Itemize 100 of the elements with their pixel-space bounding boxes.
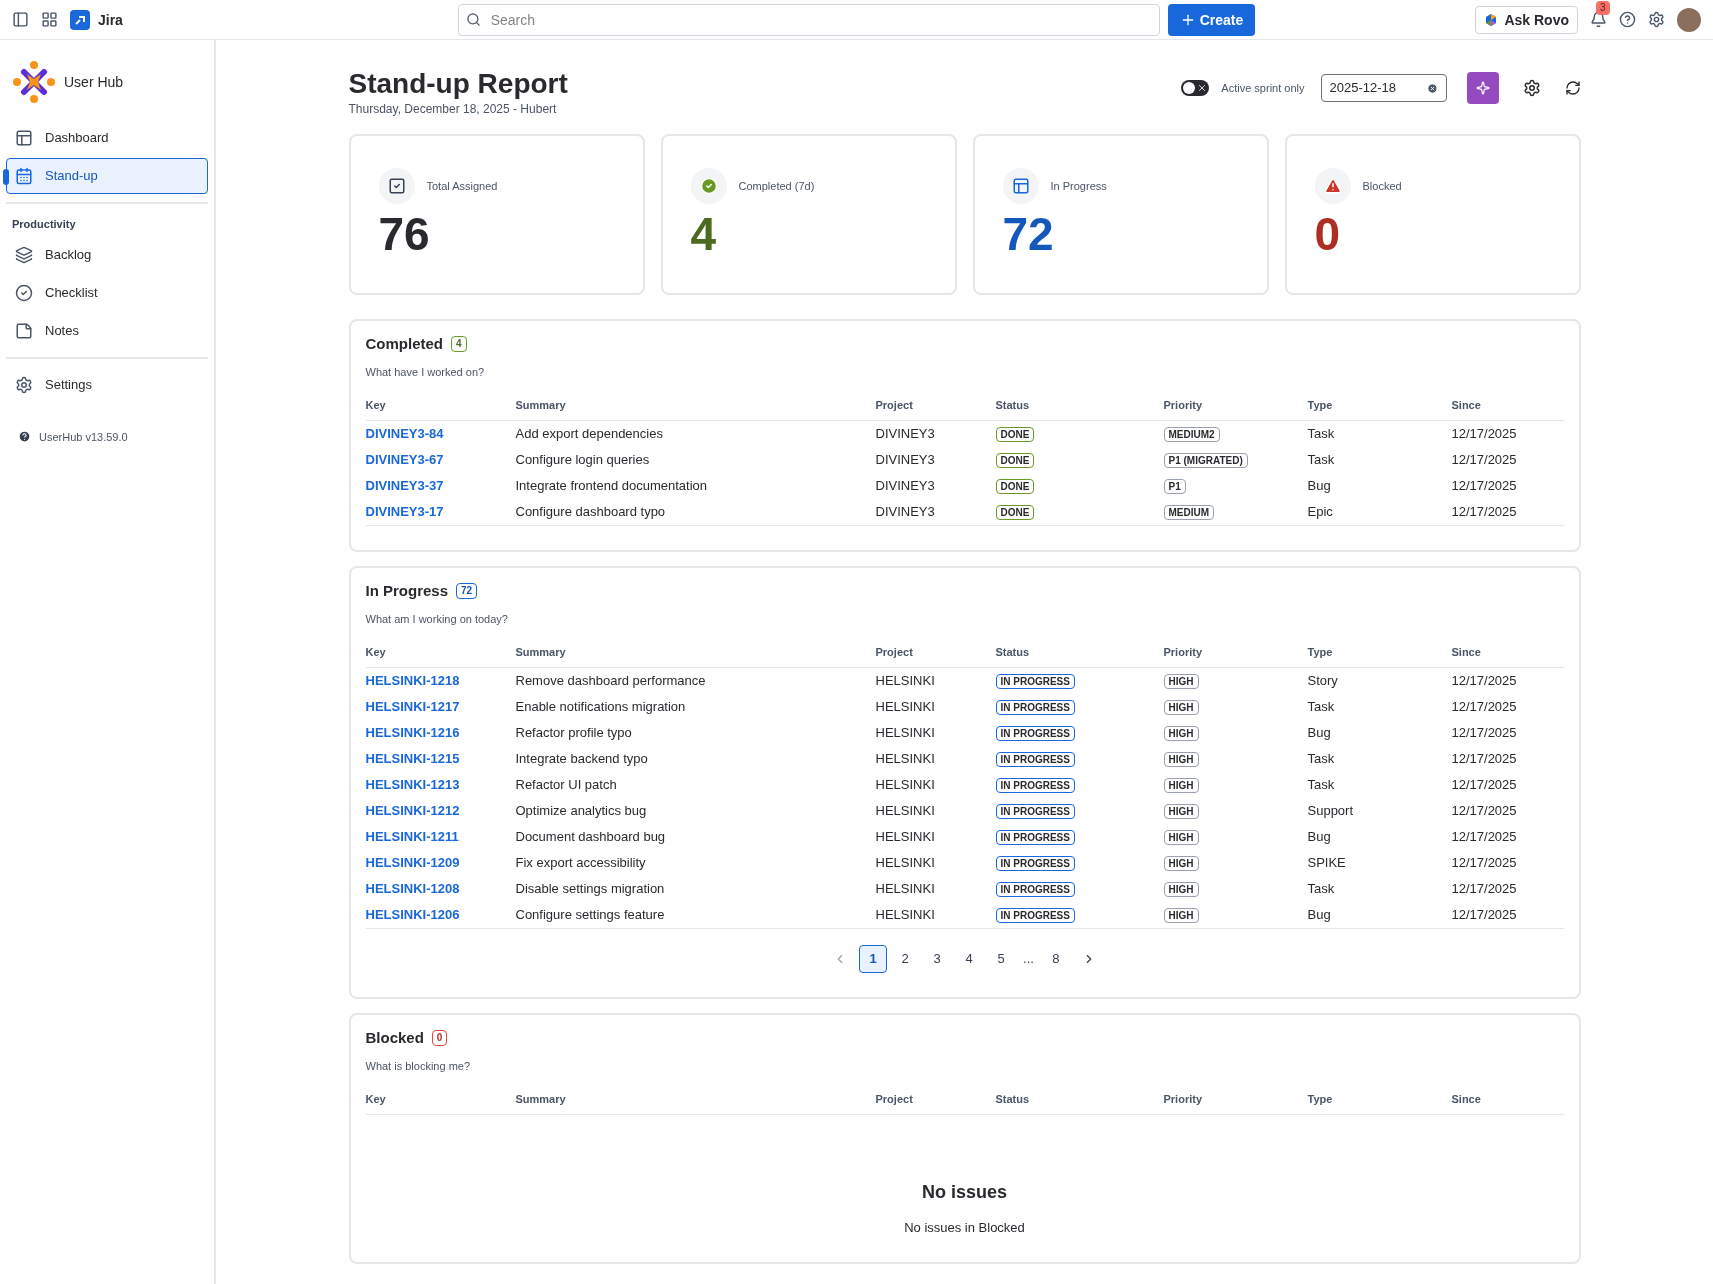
issue-link[interactable]: HELSINKI-1215 [365,751,460,767]
issue-link[interactable]: HELSINKI-1218 [365,673,460,689]
table-cell: Story [1307,673,1338,689]
table-cell: Integrate frontend documentation [515,478,708,494]
sidebar-item[interactable]: Notes [6,312,208,349]
stat-value: 4 [690,207,718,262]
settings-icon [15,375,33,394]
sidebar-toggle-icon[interactable] [12,11,29,28]
column-header: Priority [1163,1093,1202,1105]
table-cell: Task [1307,777,1335,793]
priority-lozenge: MEDIUM [1163,505,1215,521]
clear-icon[interactable] [1426,82,1438,94]
ask-rovo-button[interactable]: Ask Rovo [1475,5,1578,34]
version-text: UserHub v13.59.0 [39,429,128,445]
sidebar-item[interactable]: Settings [6,366,208,403]
sidebar-item[interactable]: Dashboard [6,120,208,156]
section-heading: Productivity [11,217,77,232]
table-cell: 12/17/2025 [1451,478,1517,494]
sidebar-item[interactable]: Checklist [6,274,208,311]
date-field[interactable]: 2025-12-18 [1320,74,1447,102]
search-field[interactable]: Search [457,3,1160,36]
issue-link[interactable]: HELSINKI-1213 [365,777,460,793]
avatar[interactable] [1677,7,1701,32]
table-cell: 12/17/2025 [1451,504,1517,520]
table-cell: HELSINKI [875,855,935,871]
column-header: Key [365,399,386,411]
sidebar-item[interactable]: Backlog [6,236,208,273]
page-title: Stand-up Report [348,68,568,100]
stat-value: 72 [1002,207,1055,262]
issue-link[interactable]: HELSINKI-1217 [365,699,460,715]
status-lozenge: IN PROGRESS [995,674,1075,690]
priority-lozenge: MEDIUM2 [1163,427,1220,443]
status-lozenge: DONE [995,427,1035,443]
issue-link[interactable]: HELSINKI-1211 [365,829,459,845]
status-lozenge: IN PROGRESS [995,726,1075,742]
note-icon [15,321,33,340]
table-cell: Task [1307,452,1335,468]
status-lozenge: DONE [995,505,1035,521]
settings-icon[interactable] [1648,11,1665,28]
column-header: Summary [515,399,566,411]
issue-link[interactable]: HELSINKI-1206 [365,907,460,923]
settings-icon[interactable] [1522,79,1541,97]
issue-link[interactable]: DIVINEY3-17 [365,504,444,520]
table-cell: HELSINKI [875,803,935,819]
brand-name: User Hub [64,73,124,92]
app-name[interactable]: Jira [98,9,123,30]
table-cell: Task [1307,426,1335,442]
table-cell: 12/17/2025 [1451,699,1517,715]
cross-icon [1197,83,1208,93]
issue-link[interactable]: HELSINKI-1216 [365,725,460,741]
sparkle-button[interactable] [1466,72,1499,104]
table-cell: 12/17/2025 [1451,907,1517,923]
table-cell: Integrate backend typo [515,751,648,767]
priority-lozenge: P1 [1163,479,1186,495]
refresh-icon[interactable] [1564,80,1581,96]
column-header: Project [875,646,913,658]
stat-label: In Progress [1050,178,1107,194]
table-cell: 12/17/2025 [1451,751,1517,767]
page-ellipsis: ... [1022,950,1035,969]
priority-lozenge: HIGH [1163,726,1199,742]
stat-label: Blocked [1362,178,1402,194]
priority-lozenge: HIGH [1163,778,1199,794]
priority-lozenge: HIGH [1163,882,1199,898]
table-cell: Bug [1307,907,1331,923]
column-header: Type [1307,646,1333,658]
issue-link[interactable]: HELSINKI-1212 [365,803,460,819]
toggle-switch[interactable] [1181,80,1210,96]
priority-lozenge: HIGH [1163,804,1199,820]
issue-link[interactable]: HELSINKI-1209 [365,855,460,871]
toggle-label: Active sprint only [1221,80,1305,96]
table-cell: Bug [1307,725,1331,741]
table-cell: Bug [1307,829,1331,845]
app-grid-icon[interactable] [41,11,58,28]
table-cell: Bug [1307,478,1331,494]
panel-icon [1011,177,1030,195]
status-lozenge: DONE [995,479,1035,495]
priority-lozenge: HIGH [1163,830,1199,846]
table-cell: Fix export accessibility [515,855,646,871]
status-lozenge: IN PROGRESS [995,830,1075,846]
table-cell: Task [1307,881,1335,897]
column-header: Priority [1163,399,1202,411]
table-cell: 12/17/2025 [1451,725,1517,741]
table-cell: 12/17/2025 [1451,855,1517,871]
table-cell: 12/17/2025 [1451,452,1517,468]
table-cell: DIVINEY3 [875,478,935,494]
sidebar-item[interactable]: Stand-up [6,158,208,194]
stat-label: Total Assigned [426,178,498,194]
notifications-icon[interactable] [1590,11,1607,28]
create-button[interactable]: Create [1167,3,1256,36]
issue-link[interactable]: HELSINKI-1208 [365,881,460,897]
issue-link[interactable]: DIVINEY3-37 [365,478,444,494]
column-header: Key [365,1093,386,1105]
column-header: Summary [515,1093,566,1105]
issue-link[interactable]: DIVINEY3-84 [365,426,444,442]
table-cell: Enable notifications migration [515,699,686,715]
page-button[interactable]: 1 [859,945,888,973]
help-icon[interactable] [1619,11,1636,28]
status-lozenge: IN PROGRESS [995,804,1075,820]
issue-link[interactable]: DIVINEY3-67 [365,452,444,468]
table-cell: Task [1307,751,1335,767]
